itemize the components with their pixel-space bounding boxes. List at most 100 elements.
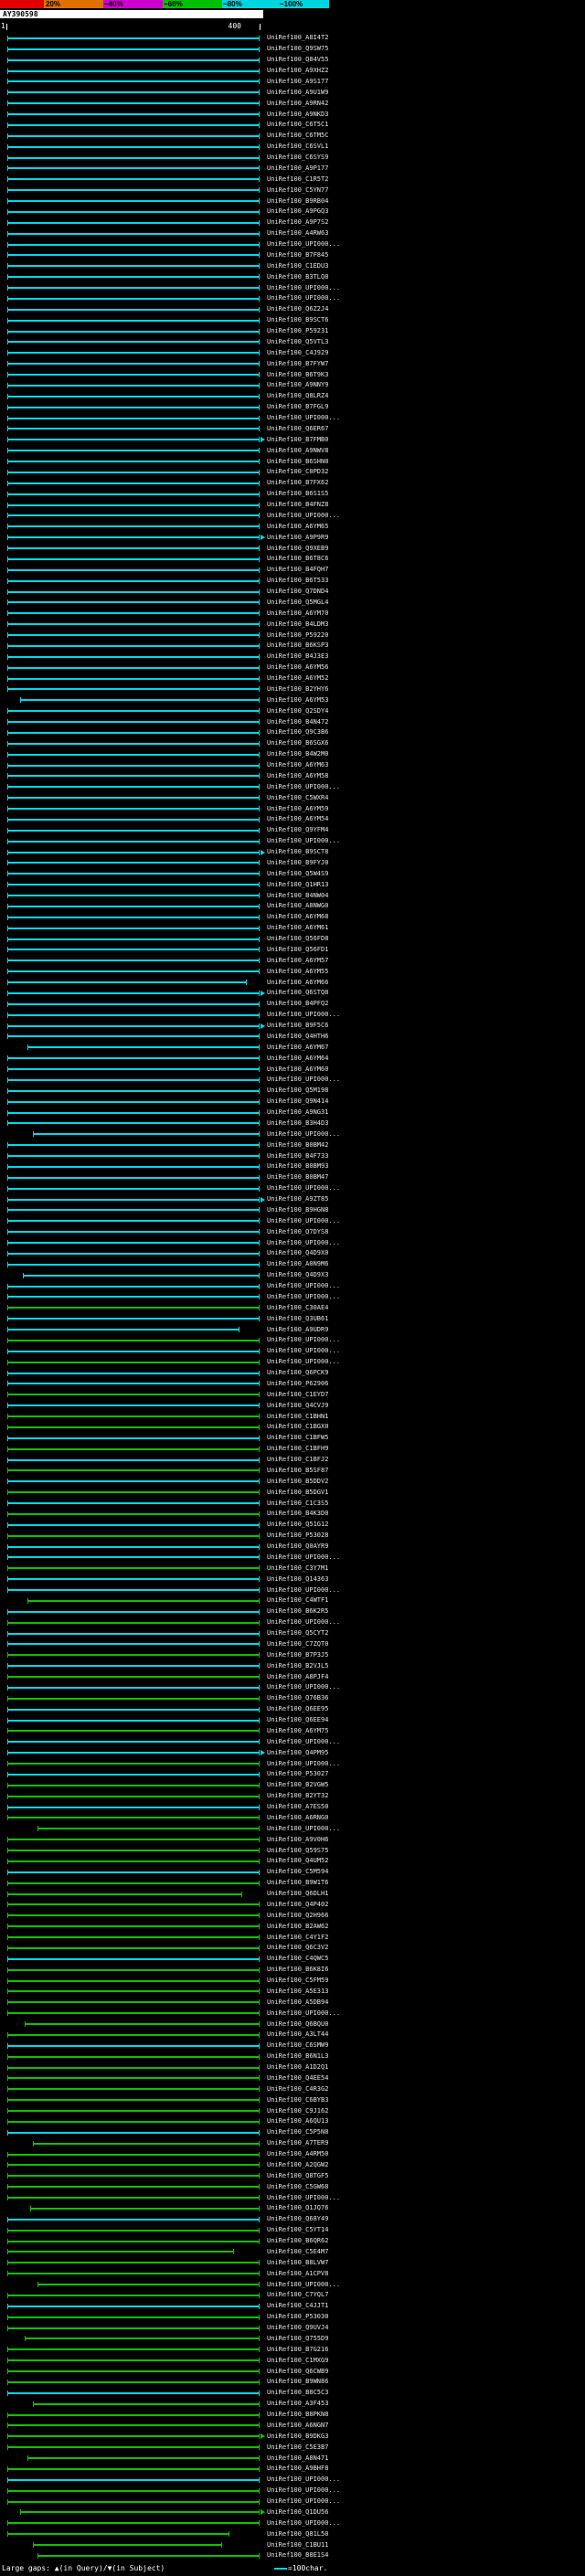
- hit-line[interactable]: [7, 1242, 260, 1245]
- hit-line[interactable]: [7, 2273, 260, 2275]
- hit-label[interactable]: UniRef100_B2VJL5: [267, 1662, 328, 1670]
- hit-label[interactable]: UniRef100_C6SYS9: [267, 154, 328, 161]
- hit-label[interactable]: UniRef100_Q2H966: [267, 1912, 328, 1919]
- hit-line[interactable]: [7, 1523, 260, 1526]
- hit-line[interactable]: [7, 1318, 260, 1320]
- hit-label[interactable]: UniRef100_A3LT44: [267, 2031, 328, 2038]
- hit-line[interactable]: [7, 156, 260, 159]
- hit-label[interactable]: UniRef100_C5YN77: [267, 186, 328, 194]
- hit-label[interactable]: UniRef100_B9SCT6: [267, 317, 328, 323]
- hit-label[interactable]: UniRef100_C1R5T2: [267, 175, 328, 183]
- hit-label[interactable]: UniRef100_A9V0H6: [267, 1836, 328, 1843]
- hit-label[interactable]: UniRef100_A6YM65: [267, 523, 328, 530]
- hit-line[interactable]: [7, 113, 260, 116]
- hit-label[interactable]: UniRef100_UPI000...: [267, 1076, 340, 1083]
- hit-label[interactable]: UniRef100_A6YM67: [267, 1044, 328, 1051]
- hit-label[interactable]: UniRef100_C5FM59: [267, 1977, 328, 1984]
- hit-line[interactable]: [7, 1480, 260, 1483]
- hit-line[interactable]: [7, 1686, 260, 1689]
- hit-line[interactable]: [7, 1795, 260, 1797]
- hit-label[interactable]: UniRef100_Q1HR13: [267, 881, 328, 888]
- hit-line[interactable]: [7, 536, 260, 539]
- hit-label[interactable]: UniRef100_B8C5C3: [267, 2390, 328, 2396]
- hit-line[interactable]: [7, 2262, 260, 2264]
- hit-line[interactable]: [7, 1763, 260, 1765]
- hit-line[interactable]: [7, 1405, 260, 1407]
- hit-label[interactable]: UniRef100_B0BM47: [267, 1174, 328, 1181]
- hit-label[interactable]: UniRef100_C6T5C1: [267, 122, 328, 128]
- hit-line[interactable]: [7, 2175, 260, 2178]
- hit-label[interactable]: UniRef100_B7FMB0: [267, 436, 328, 443]
- hit-label[interactable]: UniRef100_A9P177: [267, 164, 328, 172]
- hit-line[interactable]: [7, 557, 260, 560]
- hit-line[interactable]: [7, 1361, 260, 1363]
- hit-line[interactable]: [7, 568, 260, 571]
- hit-line[interactable]: [7, 1990, 260, 1993]
- hit-line[interactable]: [7, 1078, 260, 1081]
- hit-line[interactable]: [7, 1187, 260, 1190]
- hit-label[interactable]: UniRef100_B6S1S5: [267, 491, 328, 497]
- hit-line[interactable]: [7, 2359, 260, 2362]
- hit-line[interactable]: [7, 916, 260, 918]
- hit-line[interactable]: [7, 287, 260, 290]
- hit-line[interactable]: [7, 2316, 260, 2318]
- hit-line[interactable]: [7, 949, 260, 951]
- hit-line[interactable]: [7, 450, 260, 452]
- hit-label[interactable]: UniRef100_C1BHN1: [267, 1413, 328, 1420]
- hit-label[interactable]: UniRef100_C1MXG9: [267, 2357, 328, 2364]
- hit-label[interactable]: UniRef100_UPI000...: [267, 1760, 340, 1767]
- hit-line[interactable]: [7, 406, 260, 408]
- hit-label[interactable]: UniRef100_B6T533: [267, 578, 328, 584]
- hit-line[interactable]: [7, 2251, 235, 2253]
- hit-line[interactable]: [7, 1773, 260, 1776]
- hit-line[interactable]: [7, 2489, 260, 2492]
- hit-label[interactable]: UniRef100_B6T9K3: [267, 371, 328, 378]
- hit-label[interactable]: UniRef100_A6YM66: [267, 979, 328, 986]
- hit-label[interactable]: UniRef100_A9RN42: [267, 100, 328, 107]
- hit-line[interactable]: [7, 1643, 260, 1646]
- hit-line[interactable]: [7, 2327, 260, 2329]
- hit-line[interactable]: [7, 1144, 260, 1147]
- hit-label[interactable]: UniRef100_A8N471: [267, 2454, 328, 2462]
- hit-line[interactable]: [7, 938, 260, 940]
- hit-label[interactable]: UniRef100_A6YM70: [267, 610, 328, 617]
- hit-label[interactable]: UniRef100_B6K2R5: [267, 1608, 328, 1615]
- hit-line[interactable]: [7, 2088, 260, 2091]
- hit-line[interactable]: [7, 1610, 260, 1613]
- hit-label[interactable]: UniRef100_UPI000...: [267, 783, 340, 790]
- hit-line[interactable]: [7, 688, 260, 691]
- hit-line[interactable]: [7, 840, 260, 843]
- hit-line[interactable]: [19, 699, 260, 702]
- hit-line[interactable]: [7, 1458, 260, 1461]
- hit-line[interactable]: [7, 221, 260, 224]
- hit-label[interactable]: UniRef100_UPI000...: [267, 512, 340, 519]
- hit-label[interactable]: UniRef100_A5E313: [267, 1988, 328, 1995]
- hit-label[interactable]: UniRef100_B8PKN8: [267, 2412, 328, 2418]
- hit-line[interactable]: [7, 1122, 260, 1125]
- hit-line[interactable]: [7, 504, 260, 506]
- hit-label[interactable]: UniRef100_B4FQH7: [267, 567, 328, 573]
- hit-label[interactable]: UniRef100_Q2SDY4: [267, 707, 328, 715]
- hit-label[interactable]: UniRef100_A4RM50: [267, 2151, 328, 2157]
- hit-label[interactable]: UniRef100_C30AE4: [267, 1304, 328, 1311]
- hit-line[interactable]: [7, 2380, 260, 2383]
- hit-line[interactable]: [7, 927, 260, 929]
- hit-label[interactable]: UniRef100_Q68Y49: [267, 2216, 328, 2222]
- hit-label[interactable]: UniRef100_Q76B36: [267, 1695, 328, 1701]
- hit-label[interactable]: UniRef100_UPI000...: [267, 1012, 340, 1018]
- hit-label[interactable]: UniRef100_P62906: [267, 1380, 328, 1387]
- hit-label[interactable]: UniRef100_B2AW62: [267, 1923, 328, 1930]
- hit-label[interactable]: UniRef100_A9P7S2: [267, 219, 328, 226]
- hit-label[interactable]: UniRef100_C5E3B7: [267, 2443, 328, 2451]
- hit-label[interactable]: UniRef100_UPI000...: [267, 241, 340, 248]
- hit-label[interactable]: UniRef100_Q4UM52: [267, 1858, 328, 1864]
- hit-line[interactable]: [7, 895, 260, 897]
- hit-line[interactable]: [7, 764, 260, 767]
- hit-label[interactable]: UniRef100_Q1JQ76: [267, 2205, 328, 2211]
- hit-label[interactable]: UniRef100_Q9YFM4: [267, 827, 328, 833]
- hit-line[interactable]: [7, 1589, 260, 1592]
- hit-line[interactable]: [7, 1806, 260, 1808]
- hit-label[interactable]: UniRef100_Q6EE94: [267, 1717, 328, 1723]
- hit-label[interactable]: UniRef100_B6K8I6: [267, 1966, 328, 1973]
- hit-line[interactable]: [7, 1024, 260, 1027]
